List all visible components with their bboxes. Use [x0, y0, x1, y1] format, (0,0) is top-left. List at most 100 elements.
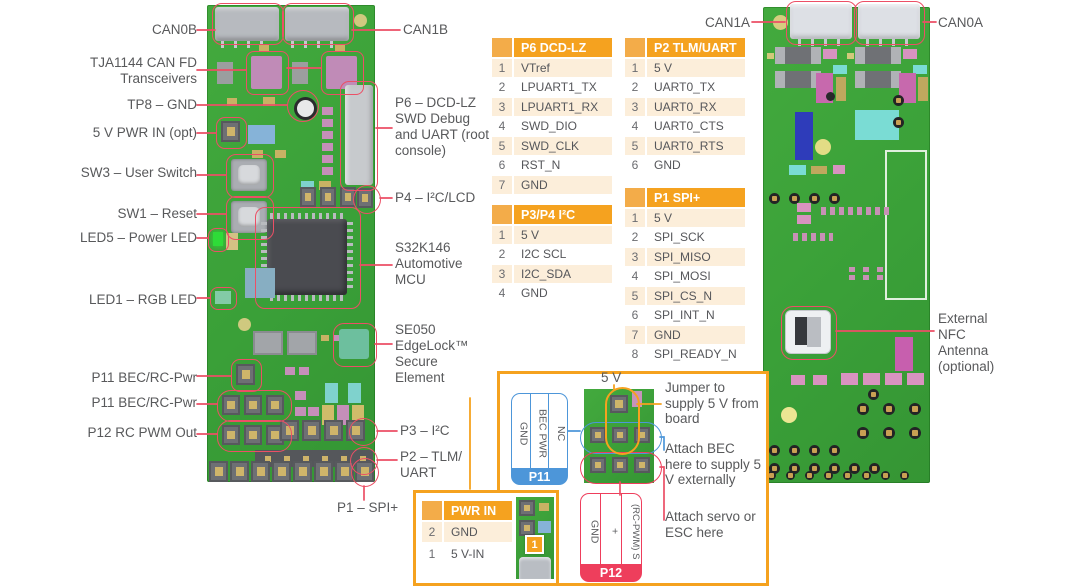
- p11-pinout: GND BEC PWR NC P11: [511, 393, 568, 485]
- via: [789, 445, 800, 456]
- p1-pin: [230, 461, 249, 482]
- pin-row: 3I2C_SDA: [492, 265, 612, 283]
- testpoint: [826, 92, 835, 101]
- via: [893, 95, 904, 106]
- pin-row: 15 V: [625, 209, 745, 227]
- can1a-connector: [790, 4, 852, 39]
- led1-rgb-led: [215, 291, 231, 304]
- table-p6-dcdlz: P6 DCD-LZ 1VTref 2LPUART1_TX 3LPUART1_RX…: [492, 38, 612, 196]
- smd-pad: [833, 65, 847, 74]
- left-board: [207, 5, 375, 482]
- pin-row: 2I2C SCL: [492, 246, 612, 264]
- smd-pad: [833, 165, 845, 174]
- p11-p12-pcb-snippet: [584, 389, 654, 483]
- smd-pad: [322, 167, 333, 175]
- p11-pin1: [236, 364, 255, 385]
- can0a-connector: [858, 4, 920, 39]
- p1-pin: [293, 461, 312, 482]
- smd-part: [836, 77, 846, 101]
- via: [868, 389, 879, 400]
- callout-p6: P6 – DCD-LZ SWD Debug and UART (root con…: [395, 95, 495, 159]
- p3-pin: [280, 420, 299, 441]
- via: [857, 403, 869, 415]
- can0b-connector: [215, 7, 279, 41]
- smd-part: [895, 337, 913, 371]
- via: [809, 445, 820, 456]
- inductor: [795, 112, 813, 160]
- smd-pad: [325, 383, 338, 403]
- p11-label: P11: [511, 468, 568, 485]
- smd-pad: [348, 383, 361, 403]
- pin-row: 8SPI_READY_N: [625, 346, 745, 364]
- pin-row: 3SPI_MISO: [625, 248, 745, 266]
- led5-power-led: [213, 232, 223, 246]
- smd-chip: [775, 71, 821, 88]
- pin-row: 5UART0_RTS: [625, 137, 745, 155]
- callout-can0b: CAN0B: [77, 22, 197, 38]
- smd-pad: [322, 131, 333, 139]
- p3-pin: [346, 420, 365, 441]
- capacitor: [248, 125, 275, 144]
- pin-row: 15 V: [625, 59, 745, 77]
- nfc-connector-tab: [807, 317, 821, 347]
- p4-pin: [340, 187, 356, 207]
- fiducial: [815, 139, 831, 155]
- smd-pad: [797, 215, 811, 224]
- smd-pad: [811, 166, 827, 174]
- smd-pad: [226, 233, 238, 250]
- smd-pad: [877, 267, 883, 272]
- table-header: PWR IN: [422, 501, 512, 520]
- via: [769, 445, 780, 456]
- p3-pin: [324, 420, 343, 441]
- five-v-label: 5 V: [601, 370, 621, 386]
- smd-pad: [877, 275, 883, 280]
- table-p1-spi: P1 SPI+ 15 V 2SPI_SCK 3SPI_MISO 4SPI_MOS…: [625, 188, 745, 365]
- via: [805, 471, 814, 480]
- table-p2-tlm-uart: P2 TLM/UART 15 V 2UART0_TX 3UART0_RX 4UA…: [625, 38, 745, 176]
- table-pwr-in: PWR IN 2GND 15 V-IN: [422, 501, 512, 566]
- p3-pin: [302, 420, 321, 441]
- table-p3p4-i2c: P3/P4 I²C 15 V 2I2C SCL 3I2C_SDA 4GND: [492, 205, 612, 304]
- via: [893, 117, 904, 128]
- p4-pin: [300, 187, 316, 207]
- table-header: P1 SPI+: [625, 188, 745, 207]
- smd-pad: [863, 267, 869, 272]
- p12-pin-signal: (RC-PWM) S: [622, 494, 641, 564]
- via: [824, 471, 833, 480]
- pwr-in-pcb-snippet: 1: [516, 497, 554, 579]
- table-header: P2 TLM/UART: [625, 38, 745, 57]
- smd-pad: [791, 375, 805, 385]
- p11-pin-becpwr: BEC PWR: [531, 394, 550, 468]
- via: [857, 427, 869, 439]
- se050-chip: [339, 329, 369, 359]
- usb-connector: [519, 557, 551, 579]
- via: [862, 471, 871, 480]
- via: [900, 471, 909, 480]
- soic-chip: [287, 331, 317, 355]
- p1-pin: [209, 461, 228, 482]
- p1-pin: [314, 461, 333, 482]
- fiducial: [354, 14, 367, 27]
- pin-row: 4UART0_CTS: [625, 118, 745, 136]
- callout-tp8: TP8 – GND: [77, 97, 197, 113]
- smd-pad: [767, 53, 774, 59]
- callout-nfc: External NFC Antenna (optional): [938, 311, 1014, 375]
- pin-row: 2GND: [422, 522, 512, 542]
- pin-row: 4SPI_MOSI: [625, 268, 745, 286]
- pin-row: 7GND: [492, 176, 612, 194]
- smd-chip: [855, 47, 901, 64]
- smd-pad: [322, 119, 333, 127]
- sw1-cap: [238, 207, 260, 227]
- fiducial: [781, 407, 797, 423]
- p1-pin: [355, 461, 374, 482]
- pin-row: 6SPI_INT_N: [625, 307, 745, 325]
- table-header: P3/P4 I²C: [492, 205, 612, 224]
- via: [881, 471, 890, 480]
- smd-pad: [823, 49, 837, 59]
- p4-pin: [320, 187, 336, 207]
- capacitor: [245, 268, 275, 298]
- callout-p4: P4 – I²C/LCD: [395, 190, 495, 206]
- pin-row: 2LPUART1_TX: [492, 79, 612, 97]
- capacitor: [855, 110, 899, 140]
- nfc-antenna-zone: [885, 150, 927, 300]
